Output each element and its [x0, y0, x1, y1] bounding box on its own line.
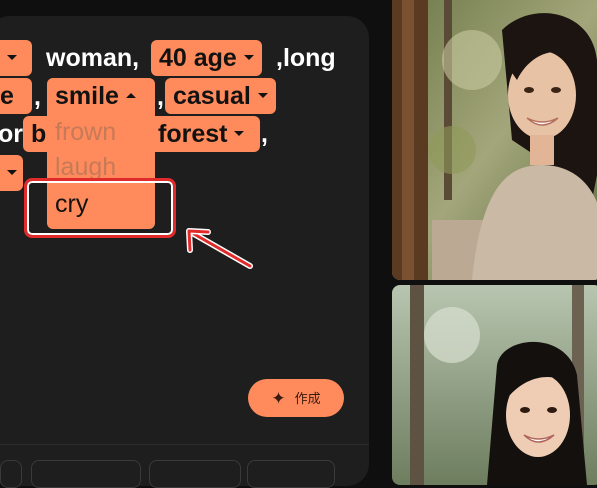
prompt-chip-partial-2[interactable]: e: [0, 78, 32, 114]
woman-portrait-icon: [392, 285, 597, 485]
create-button-label: 作成: [294, 391, 321, 406]
dropdown-option-frown[interactable]: frown: [55, 117, 116, 147]
annotation-highlight-box: [24, 178, 176, 238]
prompt-chip-smile[interactable]: smile: [47, 78, 155, 114]
suggestion-chip[interactable]: [149, 460, 241, 488]
prompt-comma: ,: [261, 120, 268, 148]
generated-image-2[interactable]: [392, 285, 597, 485]
create-button[interactable]: ✦ 作成: [248, 379, 344, 417]
panel-divider: [0, 444, 369, 445]
annotation-arrow-icon: [186, 228, 253, 269]
prompt-text-long: ,long: [276, 44, 336, 72]
prompt-comma: ,: [157, 83, 164, 111]
prompt-chip-age[interactable]: 40 age: [151, 40, 262, 76]
woman-portrait-icon: [392, 0, 597, 280]
chevron-down-icon: [243, 54, 254, 60]
prompt-chip-partial-1[interactable]: [0, 40, 32, 76]
prompt-chip-forest[interactable]: forest: [150, 116, 260, 152]
prompt-chip-casual[interactable]: casual: [165, 78, 276, 114]
prompt-text-or: or: [0, 120, 23, 148]
sparkle-icon: ✦: [271, 389, 286, 408]
generated-image-1[interactable]: [392, 0, 597, 280]
prompt-comma: ,: [34, 83, 41, 111]
prompt-chip-partial-3[interactable]: [0, 155, 23, 191]
suggestion-chip[interactable]: [247, 460, 335, 488]
chevron-down-icon: [234, 130, 245, 136]
chevron-down-icon: [7, 54, 17, 60]
prompt-text-woman: woman,: [46, 44, 140, 72]
suggestion-chip[interactable]: [31, 460, 141, 488]
chevron-down-icon: [7, 169, 17, 175]
chevron-down-icon: [257, 92, 268, 98]
chevron-up-icon: [125, 92, 136, 98]
suggestion-chip[interactable]: [0, 460, 22, 488]
